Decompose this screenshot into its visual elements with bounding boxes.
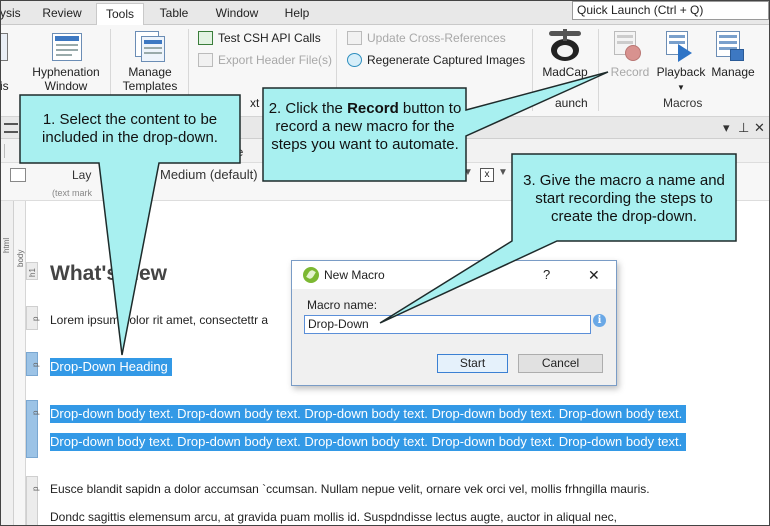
chevron-down-icon[interactable]: ▼	[498, 167, 508, 178]
h1-tag-label: h1	[27, 268, 37, 277]
p-structure-tag-selected[interactable]: p	[26, 352, 40, 376]
partial-button-label[interactable]: is	[0, 79, 12, 93]
body-tag-label: body	[16, 249, 25, 267]
madcap-logo-icon	[549, 29, 581, 63]
tab-help[interactable]: Help	[278, 3, 316, 25]
text-mark-label: (text mark	[52, 188, 93, 198]
macro-name-label: Macro name:	[307, 298, 378, 312]
callout-step-2-prefix: 2. Click the	[268, 100, 348, 117]
dropdown-heading-selected[interactable]: Drop-Down Heading	[50, 358, 172, 376]
menu-bar: ysis Review Tools Table Window Help Quic…	[0, 0, 770, 26]
regenerate-captured-images-button[interactable]: Regenerate Captured Images	[347, 51, 525, 69]
h1-structure-tag[interactable]: h1	[26, 262, 38, 280]
tab-window[interactable]: Window	[206, 3, 268, 25]
page-heading[interactable]: What's New	[50, 262, 167, 286]
ribbon-separator	[598, 29, 599, 111]
pane-close-icon[interactable]: ✕	[754, 119, 765, 137]
manage-macros-button[interactable]: Manage	[708, 65, 758, 79]
body-paragraph-line[interactable]: Eusce blandit sapidn a dolor accumsan `c…	[50, 482, 650, 496]
hyphenation-window-button[interactable]: Hyphenation Window	[26, 65, 106, 93]
dropdown-body-line[interactable]: Drop-down body text. Drop-down body text…	[50, 433, 687, 451]
start-button[interactable]: Start	[437, 354, 508, 373]
ribbon-separator	[110, 29, 111, 111]
test-check-icon	[198, 31, 213, 45]
pane-dropdown-icon[interactable]: ▾	[723, 119, 730, 137]
playback-icon	[666, 31, 696, 63]
toolbar-icon[interactable]	[10, 168, 26, 182]
dropdown-body-line[interactable]: Drop-down body text. Drop-down body text…	[50, 405, 687, 423]
body-paragraph-line[interactable]: Dondc sagittis elemensum arcu, at gravid…	[50, 510, 617, 524]
manage-macros-icon	[716, 31, 746, 63]
record-icon	[614, 31, 644, 63]
dropdown-body-text: Drop-down body text. Drop-down body text…	[50, 433, 687, 451]
html-tag-label: html	[2, 237, 11, 253]
doc-tab-edge	[4, 144, 14, 158]
export-header-button[interactable]: Export Header File(s)	[198, 51, 332, 69]
structure-bar-html: html	[0, 201, 14, 526]
partial-icon	[0, 33, 8, 61]
export-header-label: Export Header File(s)	[218, 53, 333, 67]
update-xref-label: Update Cross-References	[367, 31, 506, 45]
dropdown-arrow-icon: ▼	[677, 83, 685, 92]
tab-tools[interactable]: Tools	[96, 3, 144, 26]
lorem-paragraph[interactable]: Lorem ipsum dolor rit amet, consectettr …	[50, 313, 268, 327]
dropdown-heading-text: Drop-Down Heading	[50, 358, 172, 376]
manage-templates-icon	[135, 31, 167, 63]
excel-icon[interactable]: x	[480, 168, 494, 182]
pin-icon[interactable]: ⊥	[738, 119, 749, 137]
tab-table[interactable]: Table	[152, 3, 196, 25]
update-cross-references-button[interactable]: Update Cross-References	[347, 29, 506, 47]
medium-dropdown[interactable]: Medium (default)	[160, 167, 258, 182]
tab-review[interactable]: Review	[38, 3, 86, 25]
record-button[interactable]: Record	[608, 65, 652, 79]
callout-step-2-bold: Record	[347, 100, 399, 117]
macros-group-label: Macros	[663, 96, 703, 110]
cancel-button[interactable]: Cancel	[518, 354, 603, 373]
hyphenation-window-icon	[52, 33, 82, 61]
layout-dropdown[interactable]: Lay	[72, 168, 91, 182]
playback-button[interactable]: Playback ▼	[652, 65, 710, 95]
update-xref-icon	[347, 31, 362, 45]
close-icon[interactable]: ✕	[588, 267, 600, 284]
info-icon[interactable]: i	[593, 314, 606, 327]
ribbon-separator	[532, 29, 533, 111]
manage-templates-button[interactable]: Manage Templates	[116, 65, 184, 93]
p-tag-label: p	[30, 362, 40, 367]
pane-grip-icon	[4, 123, 18, 133]
dialog-title: New Macro	[324, 268, 385, 282]
dialog-title-bar[interactable]: New Macro ? ✕	[292, 261, 616, 289]
p-structure-tag[interactable]: p	[26, 476, 40, 526]
regenerate-label: Regenerate Captured Images	[367, 53, 526, 67]
test-csh-api-button[interactable]: Test CSH API Calls	[198, 29, 321, 47]
ribbon-separator	[336, 29, 337, 111]
ribbon-separator	[188, 29, 189, 111]
help-icon[interactable]: ?	[543, 267, 550, 282]
callout-step-1: 1. Select the content to be included in …	[42, 111, 218, 146]
p-structure-tag[interactable]: p	[26, 306, 40, 330]
dropdown-body-text: Drop-down body text. Drop-down body text…	[50, 405, 687, 423]
structure-bar-body: body	[14, 201, 26, 526]
doc-tab-partial[interactable]: ge	[230, 145, 243, 159]
p-structure-tag-selected[interactable]: p	[26, 400, 40, 458]
test-csh-label: Test CSH API Calls	[218, 31, 321, 45]
regenerate-icon	[347, 53, 362, 67]
madcap-leaf-icon	[303, 267, 319, 283]
macro-name-input[interactable]: Drop-Down	[304, 315, 591, 334]
export-icon	[198, 53, 213, 67]
launch-partial: aunch	[555, 96, 588, 110]
quick-launch-input[interactable]: Quick Launch (Ctrl + Q)	[572, 1, 769, 20]
callout-step-3: 3. Give the macro a name and start recor…	[523, 172, 725, 225]
p-tag-label: p	[30, 486, 40, 491]
madcap-button[interactable]: MadCap	[538, 65, 592, 79]
callout-step-2: 2. Click the Record button to record a n…	[268, 100, 462, 154]
p-tag-label: p	[30, 410, 40, 415]
playback-label: Playback	[656, 65, 706, 79]
p-tag-label: p	[30, 316, 40, 321]
tab-analysis[interactable]: ysis	[0, 3, 22, 25]
chevron-down-icon[interactable]: ▼	[463, 167, 473, 178]
